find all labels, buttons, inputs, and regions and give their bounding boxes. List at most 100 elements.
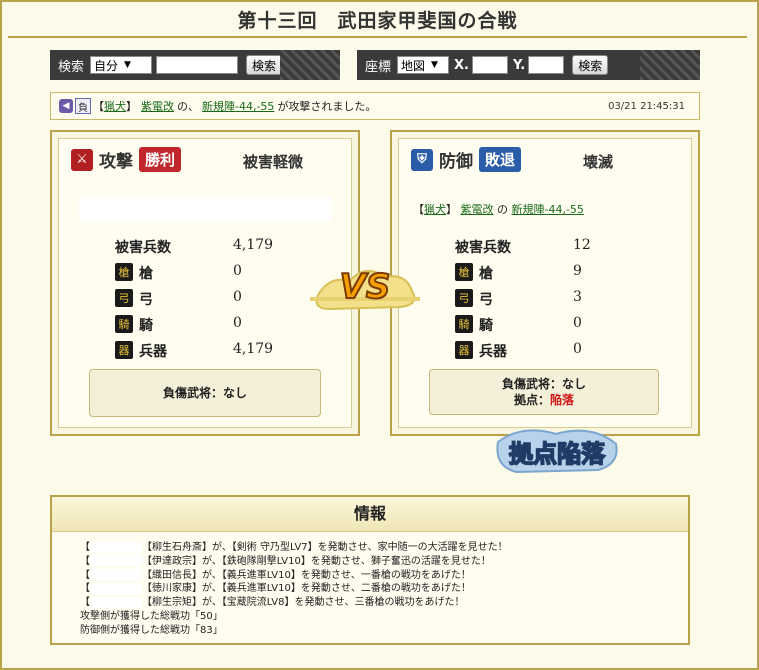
defense-row-spear: 槍9: [455, 263, 675, 283]
base-fallen-emblem: 拠点陥落: [496, 429, 618, 474]
notice-open: 【: [93, 100, 104, 113]
info-bracket: 【: [80, 583, 90, 595]
search-input[interactable]: [156, 56, 239, 74]
row-value: 9: [573, 263, 582, 279]
notice-suffix: が攻撃されました。: [277, 100, 377, 113]
defense-injured: 負傷武将：なし: [501, 377, 586, 391]
attack-header: ⚔ 攻撃 勝利: [71, 147, 182, 172]
report-type-icon: ◀: [59, 99, 73, 113]
redacted-name: [90, 541, 142, 553]
info-text: 【織田信長】が、【義兵進軍LV10】を発動させ、一番槍の戦功をあげた！: [142, 569, 471, 581]
link-open: 【: [413, 203, 424, 216]
attack-name-box: [79, 197, 332, 221]
redacted-name: [90, 596, 142, 608]
info-text: 【柳生宗矩】が、【宝蔵院流LV8】を発動させ、三番槍の戦功をあげた！: [142, 597, 465, 609]
row-value: 0: [573, 341, 582, 357]
map-select[interactable]: 地図 ▼: [397, 56, 450, 74]
notice-timestamp: 03/21 21:45:31: [608, 100, 685, 112]
attack-injured-box: 負傷武将：なし: [89, 369, 321, 417]
coord-search-button[interactable]: 検索: [572, 55, 609, 75]
defense-row-total: 被害兵数 12: [455, 237, 675, 257]
info-text: 【柳生石舟斎】が、【剣術 守乃型LV7】を発動させ、家中随一の大活躍を見せた！: [142, 542, 508, 553]
info-line: 【 【柳生宗矩】が、【宝蔵院流LV8】を発動させ、三番槍の戦功をあげた！: [80, 596, 508, 610]
bar-pattern: [640, 50, 700, 80]
y-input[interactable]: [528, 56, 565, 74]
info-text: 【徳川家康】が、【義兵進軍LV10】を発動させ、二番槍の戦功をあげた！: [142, 583, 471, 595]
row-label: 槍: [139, 266, 153, 282]
defense-row-bow: 弓3: [455, 289, 675, 309]
attack-result: 勝利: [139, 147, 182, 172]
title-divider: [8, 36, 747, 38]
row-value: 0: [233, 315, 242, 331]
row-label: 弓: [479, 292, 493, 308]
row-value: 4,179: [233, 341, 274, 357]
row-label: 騎: [139, 318, 153, 334]
info-bracket: 【: [80, 597, 90, 609]
info-bracket: 【: [80, 555, 90, 567]
link-of: の: [497, 203, 508, 216]
defense-heading: 防御: [439, 152, 473, 172]
redacted-name: [90, 582, 142, 594]
x-input[interactable]: [471, 56, 508, 74]
attack-row-spear: 槍0: [115, 263, 335, 283]
defense-location-link[interactable]: 新規陣-44,-55: [512, 203, 584, 216]
row-label: 兵器: [479, 344, 507, 360]
search-button[interactable]: 検索: [246, 55, 283, 75]
info-line: 【 【伊達政宗】が、【鉄砲隊剛撃LV10】を発動させ、獅子奮迅の活躍を見せた！: [80, 555, 508, 569]
info-line: 【 【織田信長】が、【義兵進軍LV10】を発動させ、一番槍の戦功をあげた！: [80, 569, 508, 583]
base-status: 拠点：陥落: [430, 392, 658, 408]
notice-target-link[interactable]: 紫電改: [141, 98, 174, 114]
attack-row-bow: 弓0: [115, 289, 335, 309]
attack-heading: 攻撃: [99, 152, 133, 172]
attack-row-cavalry: 騎0: [115, 315, 335, 335]
map-select-value: 地図: [401, 58, 426, 73]
vs-emblem: VS: [310, 266, 420, 311]
info-line: 【 【徳川家康】が、【義兵進軍LV10】を発動させ、二番槍の戦功をあげた！: [80, 582, 508, 596]
base-fallen-text: 拠点陥落: [509, 439, 606, 468]
chevron-down-icon: ▼: [431, 60, 438, 70]
info-bracket: 【: [80, 542, 90, 553]
coord-bar: 座標 地図 ▼ X. Y. 検索: [357, 50, 700, 80]
notice-player-link[interactable]: 猟犬: [104, 98, 126, 114]
row-label: 槍: [479, 266, 493, 282]
title-bar: 第十三回 武田家甲斐国の合戦: [8, 6, 747, 38]
bar-pattern: [280, 50, 340, 80]
attack-damage-label: 被害軽微: [243, 153, 304, 171]
notice-location-link[interactable]: 新規陣-44,-55: [202, 98, 274, 114]
link-close: 】: [446, 203, 457, 216]
row-value: 0: [573, 315, 582, 331]
search-select[interactable]: 自分 ▼: [90, 56, 153, 74]
search-label: 検索: [58, 59, 85, 75]
page-title: 第十三回 武田家甲斐国の合戦: [237, 10, 518, 32]
row-value: 4,179: [233, 237, 274, 253]
defense-player-link[interactable]: 猟犬: [424, 203, 446, 216]
row-label: 被害兵数: [115, 240, 171, 256]
y-label: Y.: [512, 57, 526, 73]
attack-merit-summary: 攻撃側が獲得した総戦功「50」: [80, 610, 223, 622]
redacted-name: [90, 569, 142, 581]
defense-panel-inner: ⛨ 防御 敗退 壊滅 【猟犬】 紫電改 の 新規陣-44,-55 被害兵数 12 …: [398, 138, 692, 428]
row-label: 弓: [139, 292, 153, 308]
attack-panel-inner: ⚔ 攻撃 勝利 被害軽微 被害兵数 4,179 槍 槍0 弓 弓0 騎 騎0 器 …: [58, 138, 352, 428]
defense-result: 敗退: [479, 147, 522, 172]
result-badge: 負: [75, 98, 91, 114]
defense-merit-summary: 防御側が獲得した総戦功「83」: [80, 624, 223, 636]
row-value: 12: [573, 237, 591, 253]
redacted-name: [90, 555, 142, 567]
defense-target-line: 【猟犬】 紫電改 の 新規陣-44,-55: [413, 201, 584, 217]
coord-label: 座標: [365, 59, 392, 75]
x-label: X.: [454, 57, 469, 73]
defense-injured-box: 負傷武将：なし 拠点：陥落: [429, 369, 659, 415]
defense-target-link[interactable]: 紫電改: [461, 203, 494, 216]
attack-injured: 負傷武将：なし: [162, 386, 247, 400]
row-label: 騎: [479, 318, 493, 334]
vs-text: VS: [340, 267, 391, 307]
notice-of: の、: [177, 100, 199, 113]
defense-damage-label: 壊滅: [583, 153, 614, 171]
info-lines: 【 【柳生石舟斎】が、【剣術 守乃型LV7】を発動させ、家中随一の大活躍を見せた！…: [80, 541, 508, 638]
info-text: 【伊達政宗】が、【鉄砲隊剛撃LV10】を発動させ、獅子奮迅の活躍を見せた！: [142, 555, 491, 567]
base-value: 陥落: [550, 393, 575, 407]
chevron-down-icon: ▼: [124, 60, 131, 70]
info-bracket: 【: [80, 569, 90, 581]
search-select-value: 自分: [94, 58, 119, 73]
